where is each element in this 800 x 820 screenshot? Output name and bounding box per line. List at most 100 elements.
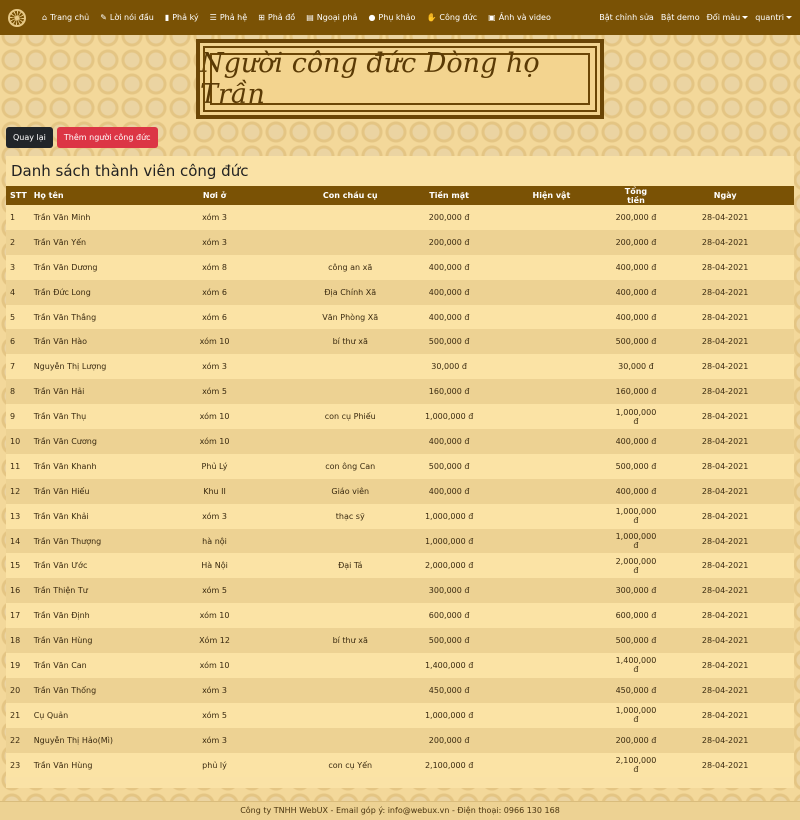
cell-place: xóm 10 (199, 611, 230, 621)
table-row[interactable]: 9 Trần Văn Thụ xóm 10 con cụ Phiếu 1,000,000… (6, 404, 794, 430)
table-row[interactable]: 21 Cụ Quản xóm 5 1,000,000 đ 1,000,000 đ 28-0… (6, 702, 794, 728)
cell-in-kind (487, 628, 615, 653)
cell-date: 28-04-2021 (701, 262, 749, 272)
header-descendant: Con cháu cụ (322, 191, 378, 200)
footer: Công ty TNHH WebUX - Email góp ý: info@w… (0, 801, 800, 820)
cell-date: 28-04-2021 (701, 287, 749, 297)
toggle-edit-link[interactable]: Bật chỉnh sửa (599, 13, 654, 22)
cell-stt: 8 (10, 387, 16, 397)
cell-name: Trần Văn Thống (33, 685, 97, 695)
cell-total: 400,000 đ (615, 287, 657, 297)
cell-in-kind (487, 230, 615, 255)
table-row[interactable]: 17 Trần Văn Định xóm 10 600,000 đ 600,000 đ 2… (6, 603, 794, 629)
header-place: Nơi ở (202, 191, 227, 200)
cell-name: Trần Đức Long (33, 287, 91, 297)
cell-descendant: Đại Tá (338, 561, 363, 571)
cell-cash: 500,000 đ (428, 461, 470, 471)
nav-label: Ảnh và video (498, 13, 551, 22)
cell-descendant: Văn Phòng Xã (322, 312, 379, 322)
cell-date: 28-04-2021 (701, 685, 749, 695)
nav-item-4[interactable]: ⊞ Phả đồ (258, 13, 295, 22)
cell-place: phủ lý (202, 760, 227, 770)
table-row[interactable]: 4 Trần Đức Long xóm 6 Địa Chính Xã 400,000 đ… (6, 279, 794, 305)
cell-place: xóm 3 (202, 237, 227, 247)
table-row[interactable]: 10 Trần Văn Cương xóm 10 400,000 đ 400,000 đ… (6, 429, 794, 454)
table-row[interactable]: 1 Trần Văn Minh xóm 3 200,000 đ 200,000 đ 28-… (6, 205, 794, 230)
logo-icon[interactable] (8, 8, 26, 27)
cell-descendant (289, 379, 411, 404)
table-row[interactable]: 2 Trần Văn Yến xóm 3 200,000 đ 200,000 đ 28-0… (6, 229, 794, 255)
table-row[interactable]: 19 Trần Văn Can xóm 10 1,400,000 đ 1,400,000… (6, 653, 794, 678)
cell-descendant (289, 578, 411, 603)
table-row[interactable]: 11 Trần Văn Khanh Phủ Lý con ông Can 500,000… (6, 453, 794, 479)
cell-name: Trần Văn Hùng (33, 760, 93, 770)
cell-name: Nguyễn Thị Lượng (33, 362, 107, 372)
cell-cash: 1,400,000 đ (424, 660, 474, 670)
cell-date: 28-04-2021 (701, 461, 749, 471)
table-row[interactable]: 16 Trần Thiện Tư xóm 5 300,000 đ 300,000 đ 28… (6, 578, 794, 604)
cell-in-kind (487, 504, 615, 529)
cell-stt: 21 (10, 710, 21, 720)
table-row[interactable]: 6 Trần Văn Hào xóm 10 bí thư xã 500,000 đ 500… (6, 329, 794, 355)
user-dropdown[interactable]: quantri (755, 13, 792, 22)
table-row[interactable]: 8 Trần Văn Hải xóm 5 160,000 đ 160,000 đ 28-0… (6, 379, 794, 405)
header-cash: Tiền mặt (429, 191, 469, 200)
nav-icon: ⊞ (258, 13, 265, 22)
cell-place: hà nội (202, 536, 227, 546)
table-row[interactable]: 18 Trần Văn Hùng Xóm 12 bí thư xã 500,000 đ 5… (6, 628, 794, 654)
nav-item-3[interactable]: ☰ Phả hệ (210, 13, 248, 22)
nav-item-1[interactable]: ✎ Lời nói đầu (100, 13, 154, 22)
add-contributor-button[interactable]: Thêm người công đức (56, 127, 158, 148)
change-color-dropdown[interactable]: Đổi màu (707, 13, 749, 22)
nav-item-2[interactable]: ▮ Phả ký (165, 13, 199, 22)
cell-name: Trần Văn Ước (33, 561, 88, 571)
table-row[interactable]: 5 Trần Văn Thắng xóm 6 Văn Phòng Xã 400,000 … (6, 304, 794, 330)
table-row[interactable]: 3 Trần Văn Dương xóm 8 công an xã 400,000 đ 4… (6, 254, 794, 280)
cell-date: 28-04-2021 (701, 586, 749, 596)
cell-date: 28-04-2021 (701, 362, 749, 372)
table-row[interactable]: 22 Nguyễn Thị Hảo(Mì) xóm 3 200,000 đ 200,00… (6, 727, 794, 753)
cell-in-kind (487, 280, 615, 305)
cell-descendant: con cụ Yến (328, 760, 373, 770)
nav-item-6[interactable]: ● Phụ khảo (368, 13, 415, 22)
table-row[interactable]: 14 Trần Văn Thượng hà nội 1,000,000 đ 1,000,… (6, 528, 794, 554)
table-row[interactable]: 12 Trần Văn Hiếu Khu II Giáo viên 400,000 đ 4… (6, 478, 794, 504)
cell-total: 400,000 đ (615, 436, 657, 446)
header-stt: STT (10, 191, 27, 200)
table-row[interactable]: 23 Trần Văn Hùng phủ lý con cụ Yến 2,100,000… (6, 752, 794, 778)
cell-in-kind (487, 329, 615, 354)
nav-item-8[interactable]: ▣ Ảnh và video (488, 13, 551, 22)
cell-name: Trần Văn Thắng (33, 312, 97, 322)
cell-stt: 4 (10, 287, 16, 297)
nav-item-5[interactable]: ▤ Ngoại phả (306, 13, 357, 22)
cell-place: xóm 3 (202, 685, 227, 695)
cell-cash: 1,000,000 đ (424, 710, 474, 720)
cell-descendant: con cụ Phiếu (324, 412, 376, 422)
cell-place: xóm 5 (202, 586, 227, 596)
cell-in-kind (487, 603, 615, 628)
caret-down-icon (742, 16, 749, 19)
cell-date: 28-04-2021 (701, 636, 749, 646)
nav-label: Phả đồ (267, 13, 296, 22)
table-row[interactable]: 20 Trần Văn Thống xóm 3 450,000 đ 450,000 đ 2… (6, 677, 794, 703)
cell-cash: 500,000 đ (428, 337, 470, 347)
nav-label: Ngoại phả (316, 13, 358, 22)
nav-item-0[interactable]: ⌂ Trang chủ (42, 13, 89, 22)
cell-stt: 16 (10, 586, 21, 596)
cell-descendant: Địa Chính Xã (324, 287, 377, 297)
cell-date: 28-04-2021 (701, 760, 749, 770)
table-row[interactable]: 7 Nguyễn Thị Lượng xóm 3 30,000 đ 30,000 đ 28… (6, 354, 794, 380)
table-row[interactable]: 13 Trần Văn Khải xóm 3 thạc sỹ 1,000,000 đ 1,… (6, 503, 794, 529)
table-row[interactable]: 15 Trần Văn Ước Hà Nội Đại Tá 2,000,000 đ 2,0… (6, 553, 794, 579)
cell-date: 28-04-2021 (701, 212, 749, 222)
cell-descendant: công an xã (328, 262, 373, 272)
cell-stt: 20 (10, 685, 21, 695)
back-button[interactable]: Quay lại (6, 127, 53, 148)
nav-item-7[interactable]: ✋ Công đức (426, 13, 477, 22)
cell-descendant (289, 678, 411, 703)
toggle-demo-link[interactable]: Bật demo (661, 13, 700, 22)
cell-place: xóm 6 (202, 287, 227, 297)
cell-in-kind (487, 354, 615, 379)
top-navbar: ⌂ Trang chủ ✎ Lời nói đầu ▮ Phả ký ☰ Phả hệ ⊞ Phả… (0, 0, 800, 35)
cell-stt: 19 (10, 660, 21, 670)
